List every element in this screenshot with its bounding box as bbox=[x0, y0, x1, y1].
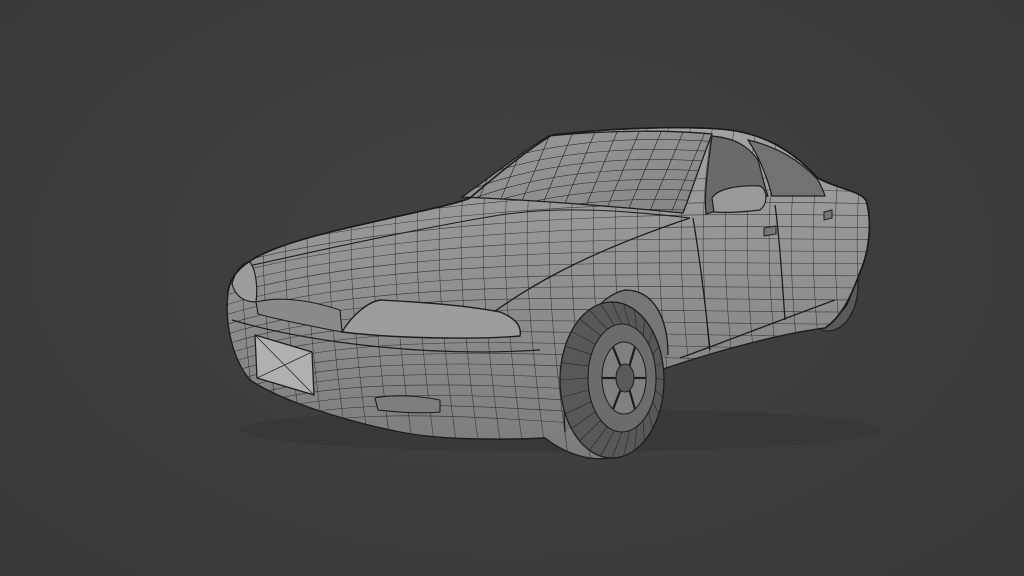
lower-intake bbox=[374, 395, 441, 414]
door-handle[interactable] bbox=[763, 225, 777, 237]
mesh-edge bbox=[856, 127, 870, 459]
rear-door-handle[interactable] bbox=[823, 209, 833, 221]
car-wireframe-model[interactable] bbox=[0, 0, 1024, 576]
3d-viewport[interactable] bbox=[0, 0, 1024, 576]
